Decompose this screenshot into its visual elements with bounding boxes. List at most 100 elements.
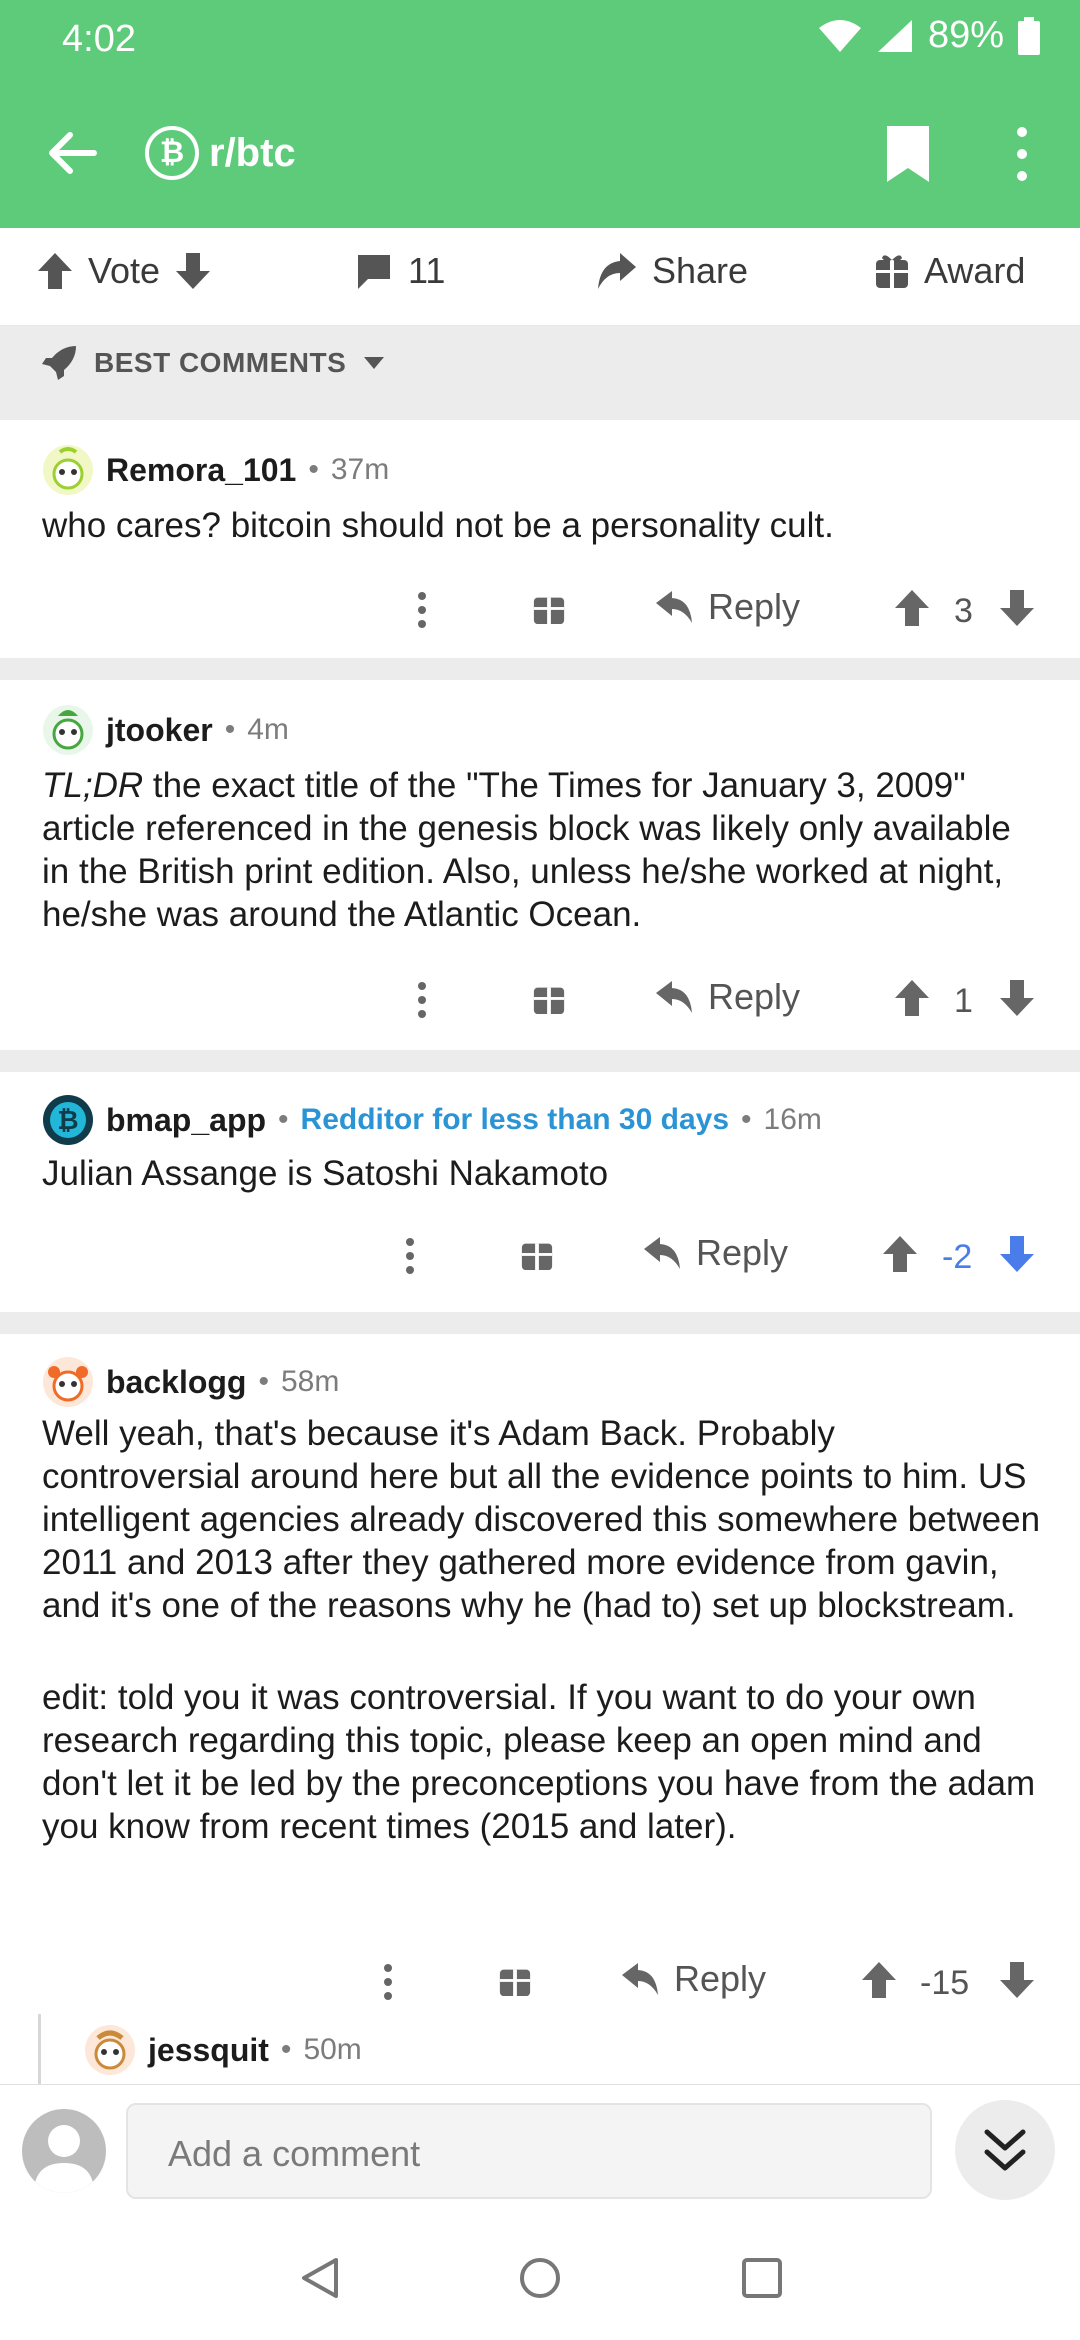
comment-body: who cares? bitcoin should not be a perso…: [42, 504, 1042, 547]
upvote-icon[interactable]: [860, 1960, 898, 2000]
rocket-icon: [42, 346, 76, 380]
comment-sort-bar[interactable]: BEST COMMENTS: [0, 326, 1080, 420]
comment-body: Julian Assange is Satoshi Nakamoto: [42, 1152, 1042, 1195]
avatar[interactable]: [42, 1356, 94, 1408]
comment-text-rest: the exact title of the "The Times for Ja…: [42, 766, 1011, 934]
comments-count: 11: [408, 250, 446, 291]
comment-author[interactable]: backlogg: [106, 1364, 246, 1401]
comment-separator: •: [308, 453, 319, 486]
comment-score: -15: [920, 1964, 970, 2002]
avatar[interactable]: [42, 444, 94, 496]
comment-score: 1: [954, 982, 973, 1020]
comment-score: 3: [954, 592, 973, 630]
nav-recents-icon[interactable]: [740, 2256, 784, 2300]
more-options-icon[interactable]: [1002, 122, 1042, 186]
comment-time: 4m: [247, 713, 289, 746]
add-comment-input[interactable]: Add a comment: [126, 2103, 932, 2199]
upvote-icon[interactable]: [893, 588, 931, 628]
avatar[interactable]: ₿: [42, 1094, 94, 1146]
status-bar: 4:02 89%: [0, 0, 1080, 78]
gift-icon[interactable]: [520, 1236, 554, 1272]
app-bar: ₿ r/btc: [0, 78, 1080, 228]
comment-italic-text: TL;DR: [42, 766, 144, 805]
comment-text: Julian Assange is Satoshi Nakamoto: [42, 1154, 609, 1193]
downvote-icon[interactable]: [174, 251, 212, 291]
upvote-icon[interactable]: [893, 978, 931, 1018]
award-button[interactable]: Award: [874, 250, 1025, 292]
nav-home-icon[interactable]: [518, 2256, 562, 2300]
wifi-icon: [818, 19, 861, 52]
chevron-down-icon: [364, 357, 385, 369]
comment-paragraph: Well yeah, that's because it's Adam Back…: [42, 1414, 1041, 1625]
sort-label: BEST COMMENTS: [94, 347, 347, 378]
comment-time: 58m: [280, 1365, 340, 1398]
reply-icon: [622, 1963, 658, 1995]
comment-text: who cares? bitcoin should not be a perso…: [42, 506, 834, 545]
bookmark-icon[interactable]: [883, 124, 933, 184]
more-options-icon[interactable]: [410, 580, 434, 640]
reply-label: Reply: [674, 1958, 767, 1999]
more-options-icon[interactable]: [410, 970, 434, 1030]
comment-icon: [358, 255, 390, 289]
reply-label: Reply: [708, 586, 801, 627]
comments-button[interactable]: 11: [354, 250, 445, 292]
comment-actions: Reply -2: [0, 1226, 1080, 1286]
downvote-icon[interactable]: [998, 588, 1036, 628]
award-label: Award: [924, 250, 1026, 291]
comment-separator: •: [258, 1365, 269, 1398]
comment-separator: •: [224, 713, 236, 746]
share-button[interactable]: Share: [596, 250, 748, 292]
reply-label: Reply: [696, 1232, 789, 1273]
jump-down-button[interactable]: [955, 2100, 1055, 2200]
gift-icon[interactable]: [498, 1962, 532, 1998]
reply-label: Reply: [708, 976, 801, 1017]
nested-comment: jessquit • 50m: [84, 2014, 1080, 2084]
comment-body: TL;DR the exact title of the "The Times …: [42, 764, 1042, 936]
comment-divider: [0, 1050, 1080, 1072]
downvote-icon-active[interactable]: [998, 1234, 1036, 1274]
gift-icon: [876, 255, 908, 288]
user-avatar-icon[interactable]: [22, 2109, 106, 2193]
avatar[interactable]: [84, 2024, 136, 2076]
comment-text: TL;DR the exact title of the "The Times …: [42, 764, 1042, 936]
comment-author[interactable]: Remora_101: [106, 452, 296, 489]
comment-author[interactable]: jessquit: [148, 2032, 269, 2069]
subreddit-name: r/btc: [209, 130, 296, 175]
comment-time: 37m: [330, 453, 390, 486]
battery-icon: [1018, 16, 1040, 55]
back-arrow-icon[interactable]: [42, 123, 102, 183]
comment-actions: Reply 3: [0, 580, 1080, 640]
share-icon: [598, 253, 636, 289]
reply-button[interactable]: Reply: [654, 976, 800, 1018]
status-time: 4:02: [62, 18, 136, 60]
vote-label: Vote: [88, 250, 161, 291]
vote-control: Vote: [36, 250, 212, 292]
upvote-icon[interactable]: [36, 251, 74, 291]
avatar[interactable]: [42, 704, 94, 756]
more-options-icon[interactable]: [398, 1226, 422, 1286]
reply-button[interactable]: Reply: [620, 1958, 766, 2000]
comment-actions: Reply 1: [0, 970, 1080, 1030]
signal-icon: [877, 19, 912, 52]
more-options-icon[interactable]: [376, 1952, 400, 2012]
subreddit-link[interactable]: ₿ r/btc: [145, 126, 296, 180]
comment-score: -2: [942, 1238, 973, 1276]
gift-icon[interactable]: [532, 590, 566, 626]
downvote-icon[interactable]: [998, 978, 1036, 1018]
reply-icon: [656, 981, 692, 1013]
reply-button[interactable]: Reply: [642, 1232, 788, 1274]
thread-line: [38, 2014, 41, 2084]
comment-separator: •: [278, 1103, 289, 1136]
comment-author[interactable]: bmap_app: [106, 1102, 266, 1139]
double-chevron-down-icon: [984, 2129, 1026, 2171]
share-label: Share: [652, 250, 749, 291]
comment: backlogg • 58m Well yeah, that's because…: [0, 1334, 1080, 2014]
comment-author[interactable]: jtooker: [106, 712, 213, 749]
comment-body: Well yeah, that's because it's Adam Back…: [42, 1412, 1042, 1848]
upvote-icon[interactable]: [881, 1234, 919, 1274]
gift-icon[interactable]: [532, 980, 566, 1016]
nav-back-icon[interactable]: [298, 2256, 342, 2300]
comment-composer: Add a comment: [0, 2084, 1080, 2214]
downvote-icon[interactable]: [998, 1960, 1036, 2000]
reply-button[interactable]: Reply: [654, 586, 800, 628]
